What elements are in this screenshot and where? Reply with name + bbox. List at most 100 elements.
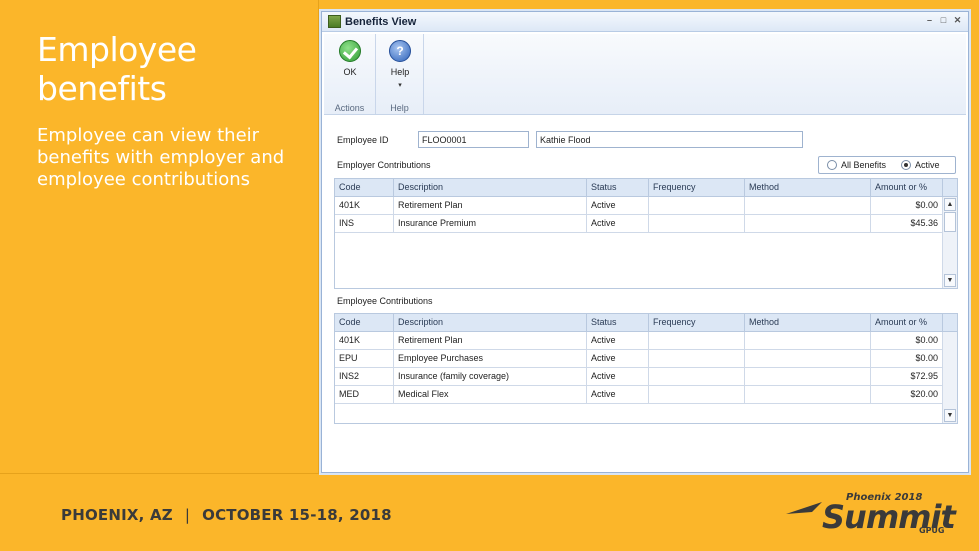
app-icon: [328, 15, 341, 28]
employee-contributions-label: Employee Contributions: [337, 296, 433, 306]
col-amount[interactable]: Amount or %: [871, 314, 943, 331]
minimize-icon[interactable]: –: [925, 16, 934, 25]
col-amount[interactable]: Amount or %: [871, 179, 943, 196]
cell-method: [745, 332, 871, 349]
employee-name-field[interactable]: Kathie Flood: [536, 131, 803, 148]
table-row[interactable]: INS Insurance Premium Active $45.36: [335, 215, 957, 233]
scroll-up-icon[interactable]: ▲: [944, 198, 956, 211]
cell-method: [745, 350, 871, 367]
cell-status: Active: [587, 215, 649, 232]
event-location: PHOENIX, AZ: [61, 506, 173, 524]
actions-group-label: Actions: [334, 103, 365, 113]
slide-subtitle: Employee can view their benefits with em…: [37, 125, 285, 190]
cell-code: 401K: [335, 332, 394, 349]
col-status[interactable]: Status: [587, 314, 649, 331]
radio-dot-selected: [901, 160, 911, 170]
slide-panel: Employee benefits Employee can view thei…: [0, 0, 319, 474]
cell-frequency: [649, 197, 745, 214]
cell-amount: $72.95: [871, 368, 943, 385]
scroll-thumb[interactable]: [944, 212, 956, 232]
logo-org: GPUG: [919, 526, 945, 535]
table-row[interactable]: 401K Retirement Plan Active $0.00: [335, 332, 957, 350]
col-code[interactable]: Code: [335, 179, 394, 196]
maximize-icon[interactable]: □: [939, 16, 948, 25]
cell-amount: $20.00: [871, 386, 943, 403]
ribbon: OK Actions ? Help ▾ Help: [324, 34, 966, 115]
employee-id-field[interactable]: FLOO0001: [418, 131, 529, 148]
ribbon-group-help: ? Help ▾ Help: [376, 34, 424, 114]
cell-description: Retirement Plan: [394, 332, 587, 349]
ok-check-icon: [339, 40, 361, 62]
radio-all-benefits-label: All Benefits: [841, 160, 887, 170]
col-frequency[interactable]: Frequency: [649, 314, 745, 331]
benefit-filter: All Benefits Active: [818, 156, 956, 174]
scroll-down-icon[interactable]: ▼: [944, 409, 956, 422]
form-content: Employee ID FLOO0001 Kathie Flood Employ…: [324, 116, 966, 470]
employer-scrollbar[interactable]: ▲ ▼: [942, 197, 957, 288]
ok-button-label: OK: [343, 67, 357, 77]
cell-method: [745, 215, 871, 232]
table-row[interactable]: MED Medical Flex Active $20.00: [335, 386, 957, 404]
benefits-view-window: Benefits View – □ ✕ OK Actions ? Help ▾ …: [321, 11, 969, 473]
col-frequency[interactable]: Frequency: [649, 179, 745, 196]
grid-header: Code Description Status Frequency Method…: [335, 179, 957, 197]
cell-code: EPU: [335, 350, 394, 367]
event-dates: OCTOBER 15-18, 2018: [202, 506, 392, 524]
col-description[interactable]: Description: [394, 314, 587, 331]
cell-frequency: [649, 215, 745, 232]
table-row[interactable]: 401K Retirement Plan Active $0.00: [335, 197, 957, 215]
ok-button[interactable]: OK: [329, 40, 371, 77]
cell-description: Insurance Premium: [394, 215, 587, 232]
cell-frequency: [649, 350, 745, 367]
employer-contributions-grid: Code Description Status Frequency Method…: [334, 178, 958, 289]
table-row[interactable]: INS2 Insurance (family coverage) Active …: [335, 368, 957, 386]
cell-status: Active: [587, 368, 649, 385]
cell-method: [745, 197, 871, 214]
cell-code: MED: [335, 386, 394, 403]
help-group-label: Help: [390, 103, 409, 113]
cell-status: Active: [587, 386, 649, 403]
help-button[interactable]: ? Help ▾: [379, 40, 421, 89]
cell-status: Active: [587, 332, 649, 349]
col-method[interactable]: Method: [745, 179, 871, 196]
employer-contributions-label: Employer Contributions: [337, 160, 431, 170]
employee-scrollbar[interactable]: ▼: [942, 332, 957, 423]
close-icon[interactable]: ✕: [953, 16, 962, 25]
table-row[interactable]: EPU Employee Purchases Active $0.00: [335, 350, 957, 368]
cell-code: INS2: [335, 368, 394, 385]
radio-active[interactable]: Active: [901, 160, 940, 170]
cell-code: 401K: [335, 197, 394, 214]
logo-swoosh-icon: [786, 502, 822, 514]
help-button-label: Help: [390, 67, 410, 77]
cell-code: INS: [335, 215, 394, 232]
col-status[interactable]: Status: [587, 179, 649, 196]
col-code[interactable]: Code: [335, 314, 394, 331]
footer-separator: |: [184, 506, 191, 524]
radio-active-label: Active: [915, 160, 940, 170]
cell-frequency: [649, 386, 745, 403]
ribbon-group-actions: OK Actions: [324, 34, 376, 114]
cell-amount: $0.00: [871, 197, 943, 214]
scroll-down-icon[interactable]: ▼: [944, 274, 956, 287]
help-icon: ?: [389, 40, 411, 62]
window-titlebar[interactable]: Benefits View – □ ✕: [322, 12, 968, 32]
cell-amount: $0.00: [871, 332, 943, 349]
cell-description: Insurance (family coverage): [394, 368, 587, 385]
cell-amount: $0.00: [871, 350, 943, 367]
employee-contributions-grid: Code Description Status Frequency Method…: [334, 313, 958, 424]
col-method[interactable]: Method: [745, 314, 871, 331]
employee-id-label: Employee ID: [337, 135, 389, 145]
col-description[interactable]: Description: [394, 179, 587, 196]
cell-frequency: [649, 332, 745, 349]
grid-header: Code Description Status Frequency Method…: [335, 314, 957, 332]
slide-title: Employee benefits: [37, 30, 197, 108]
radio-all-benefits[interactable]: All Benefits: [827, 160, 886, 170]
cell-status: Active: [587, 197, 649, 214]
chevron-down-icon[interactable]: ▾: [379, 81, 421, 89]
cell-description: Medical Flex: [394, 386, 587, 403]
cell-method: [745, 368, 871, 385]
cell-amount: $45.36: [871, 215, 943, 232]
cell-description: Retirement Plan: [394, 197, 587, 214]
cell-description: Employee Purchases: [394, 350, 587, 367]
window-title: Benefits View: [345, 16, 417, 28]
